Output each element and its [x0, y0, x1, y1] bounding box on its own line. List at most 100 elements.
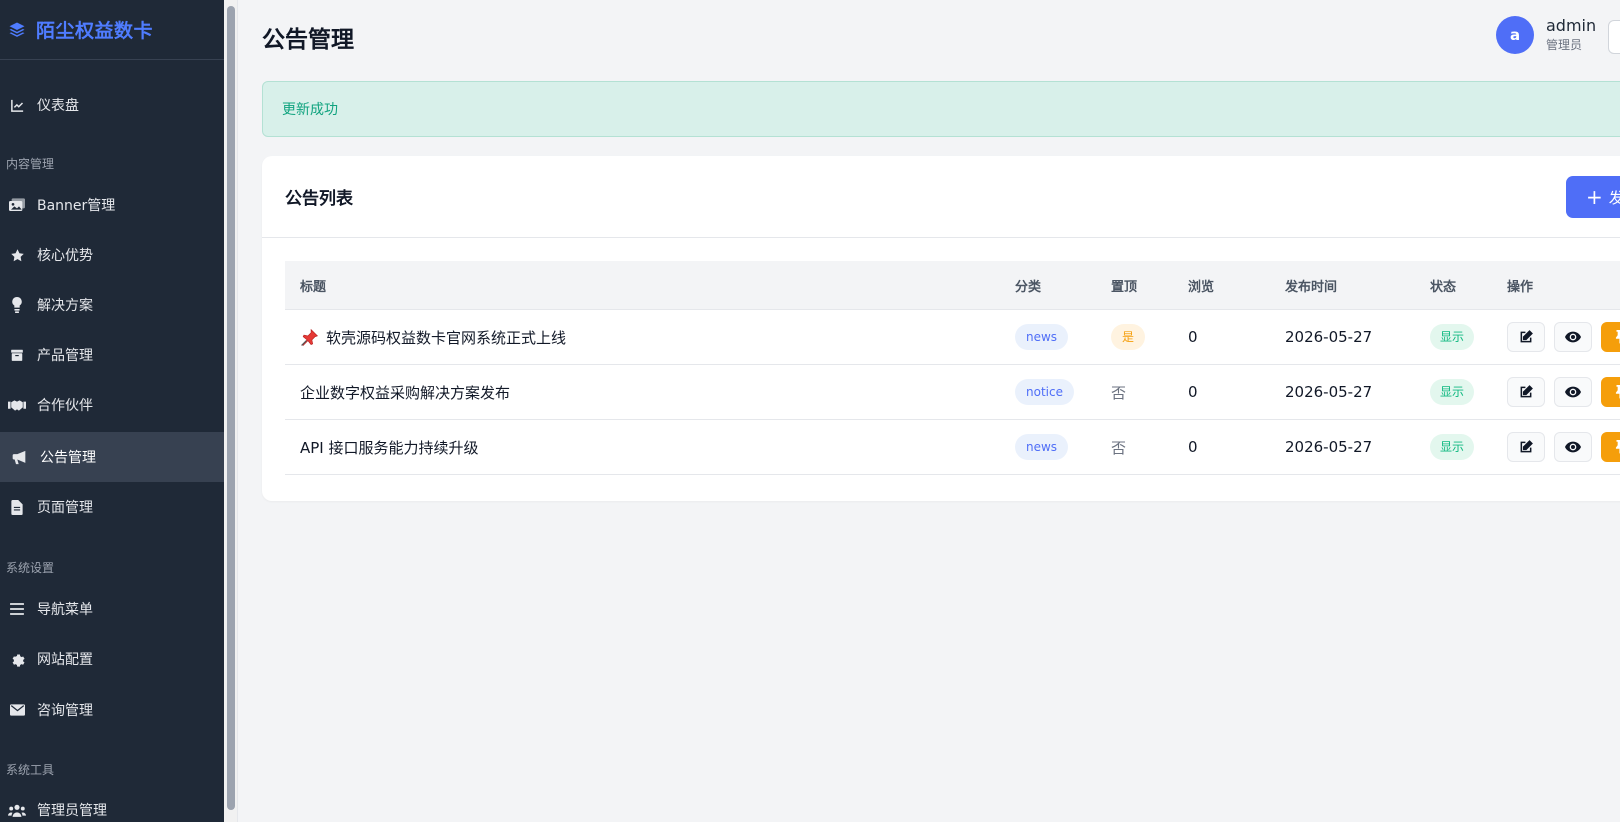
view-button[interactable] [1554, 377, 1592, 407]
pin-toggle-button[interactable] [1601, 322, 1620, 352]
eye-icon [1565, 441, 1581, 453]
sidebar-item-products[interactable]: 产品管理 [0, 330, 224, 380]
scrollbar-thumb[interactable] [227, 6, 235, 810]
column-header-actions: 操作 [1507, 279, 1534, 295]
row-status-cell: 显示 [1430, 310, 1475, 364]
edit-button[interactable] [1507, 377, 1545, 407]
file-icon [8, 498, 26, 516]
pin-toggle-button[interactable] [1601, 377, 1620, 407]
view-button[interactable] [1554, 432, 1592, 462]
edit-icon [1520, 440, 1533, 453]
page-title: 公告管理 [262, 27, 354, 53]
pinned-badge: 是 [1111, 324, 1145, 350]
alert-text: 更新成功 [282, 102, 338, 118]
user-meta: admin 管理员 [1546, 16, 1596, 54]
row-title[interactable]: 企业数字权益采购解决方案发布 [300, 382, 510, 403]
category-badge: news [1015, 434, 1069, 460]
edit-icon [1520, 385, 1533, 398]
column-header-date: 发布时间 [1285, 279, 1338, 295]
row-category-cell: news [1015, 310, 1069, 364]
sidebar-item-partners[interactable]: 合作伙伴 [0, 380, 224, 430]
column-header-views: 浏览 [1188, 279, 1215, 295]
bullhorn-icon [11, 448, 29, 466]
row-date: 2026-05-27 [1285, 328, 1373, 346]
status-badge: 显示 [1430, 434, 1475, 460]
sidebar-item-label: Banner管理 [37, 198, 116, 214]
sidebar: 陌尘权益数卡 仪表盘 内容管理 Banner管理 核心优势 解决方案 产品管理 [0, 0, 224, 822]
sidebar-item-banner[interactable]: Banner管理 [0, 180, 224, 230]
header-action-button[interactable] [1608, 20, 1620, 54]
brand[interactable]: 陌尘权益数卡 [0, 0, 224, 60]
nav-group-content: 内容管理 [6, 157, 55, 171]
thumbtack-icon [1615, 440, 1620, 454]
pin-toggle-button[interactable] [1601, 432, 1620, 462]
chart-line-icon [8, 96, 26, 114]
column-header-title: 标题 [300, 279, 327, 295]
row-views: 0 [1188, 383, 1198, 401]
sidebar-item-label: 仪表盘 [37, 98, 79, 114]
thumbtack-icon [1615, 330, 1620, 344]
sidebar-item-admins[interactable]: 管理员管理 [0, 785, 224, 822]
sidebar-item-inquiries[interactable]: 咨询管理 [0, 685, 224, 735]
sidebar-item-navigation[interactable]: 导航菜单 [0, 584, 224, 634]
layers-icon [6, 19, 28, 41]
pinned-text: 否 [1111, 383, 1127, 402]
row-actions [1507, 365, 1620, 419]
users-icon [8, 801, 26, 819]
column-header-pinned: 置顶 [1111, 279, 1138, 295]
nav-group-system: 系统设置 [6, 561, 55, 575]
avatar[interactable]: a [1496, 16, 1534, 54]
row-title-cell: 企业数字权益采购解决方案发布 [300, 365, 510, 419]
envelope-icon [8, 701, 26, 719]
sidebar-item-advantages[interactable]: 核心优势 [0, 230, 224, 280]
row-title[interactable]: 软壳源码权益数卡官网系统正式上线 [326, 327, 566, 348]
row-date: 2026-05-27 [1285, 383, 1373, 401]
pushpin-icon [300, 327, 320, 347]
row-views: 0 [1188, 438, 1198, 456]
thumbtack-icon [1615, 385, 1620, 399]
success-alert: 更新成功 [262, 81, 1620, 137]
sidebar-item-pages[interactable]: 页面管理 [0, 482, 224, 532]
sidebar-item-announcements[interactable]: 公告管理 [0, 432, 224, 482]
sidebar-item-label: 页面管理 [37, 500, 93, 516]
row-title-cell: API 接口服务能力持续升级 [300, 420, 479, 474]
sidebar-item-label: 公告管理 [40, 450, 96, 466]
sidebar-item-label: 解决方案 [37, 298, 93, 314]
row-status-cell: 显示 [1430, 365, 1475, 419]
eye-icon [1565, 386, 1581, 398]
row-pinned-cell: 否 [1111, 365, 1126, 419]
row-date: 2026-05-27 [1285, 438, 1373, 456]
star-icon [8, 246, 26, 264]
sidebar-scrollbar[interactable] [224, 0, 238, 822]
nav-group-tools: 系统工具 [6, 763, 55, 777]
row-category-cell: news [1015, 420, 1069, 474]
row-status-cell: 显示 [1430, 420, 1475, 474]
handshake-icon [8, 396, 26, 414]
sidebar-item-dashboard[interactable]: 仪表盘 [0, 80, 224, 130]
status-badge: 显示 [1430, 379, 1475, 405]
user-menu[interactable]: a admin 管理员 [1496, 16, 1596, 54]
sidebar-item-solutions[interactable]: 解决方案 [0, 280, 224, 330]
pinned-text: 否 [1111, 438, 1127, 457]
category-badge: notice [1015, 379, 1074, 405]
row-title[interactable]: API 接口服务能力持续升级 [300, 437, 479, 458]
sidebar-item-label: 咨询管理 [37, 703, 93, 719]
edit-button[interactable] [1507, 432, 1545, 462]
card-title: 公告列表 [285, 189, 353, 209]
sidebar-item-label: 网站配置 [37, 652, 93, 668]
gear-icon [8, 650, 26, 668]
user-name: admin [1546, 16, 1597, 35]
table-header: 标题 分类 置顶 浏览 发布时间 状态 操作 [285, 261, 1620, 310]
row-category-cell: notice [1015, 365, 1074, 419]
sidebar-item-label: 导航菜单 [37, 602, 93, 618]
lightbulb-icon [8, 296, 26, 314]
row-title-cell: 软壳源码权益数卡官网系统正式上线 [300, 310, 566, 364]
sidebar-item-label: 产品管理 [37, 348, 93, 364]
sidebar-item-label: 合作伙伴 [37, 398, 93, 414]
view-button[interactable] [1554, 322, 1592, 352]
edit-button[interactable] [1507, 322, 1545, 352]
add-announcement-button[interactable]: + 发 [1566, 176, 1620, 218]
plus-icon: + [1586, 185, 1603, 209]
sidebar-item-site-config[interactable]: 网站配置 [0, 634, 224, 684]
column-header-category: 分类 [1015, 279, 1042, 295]
